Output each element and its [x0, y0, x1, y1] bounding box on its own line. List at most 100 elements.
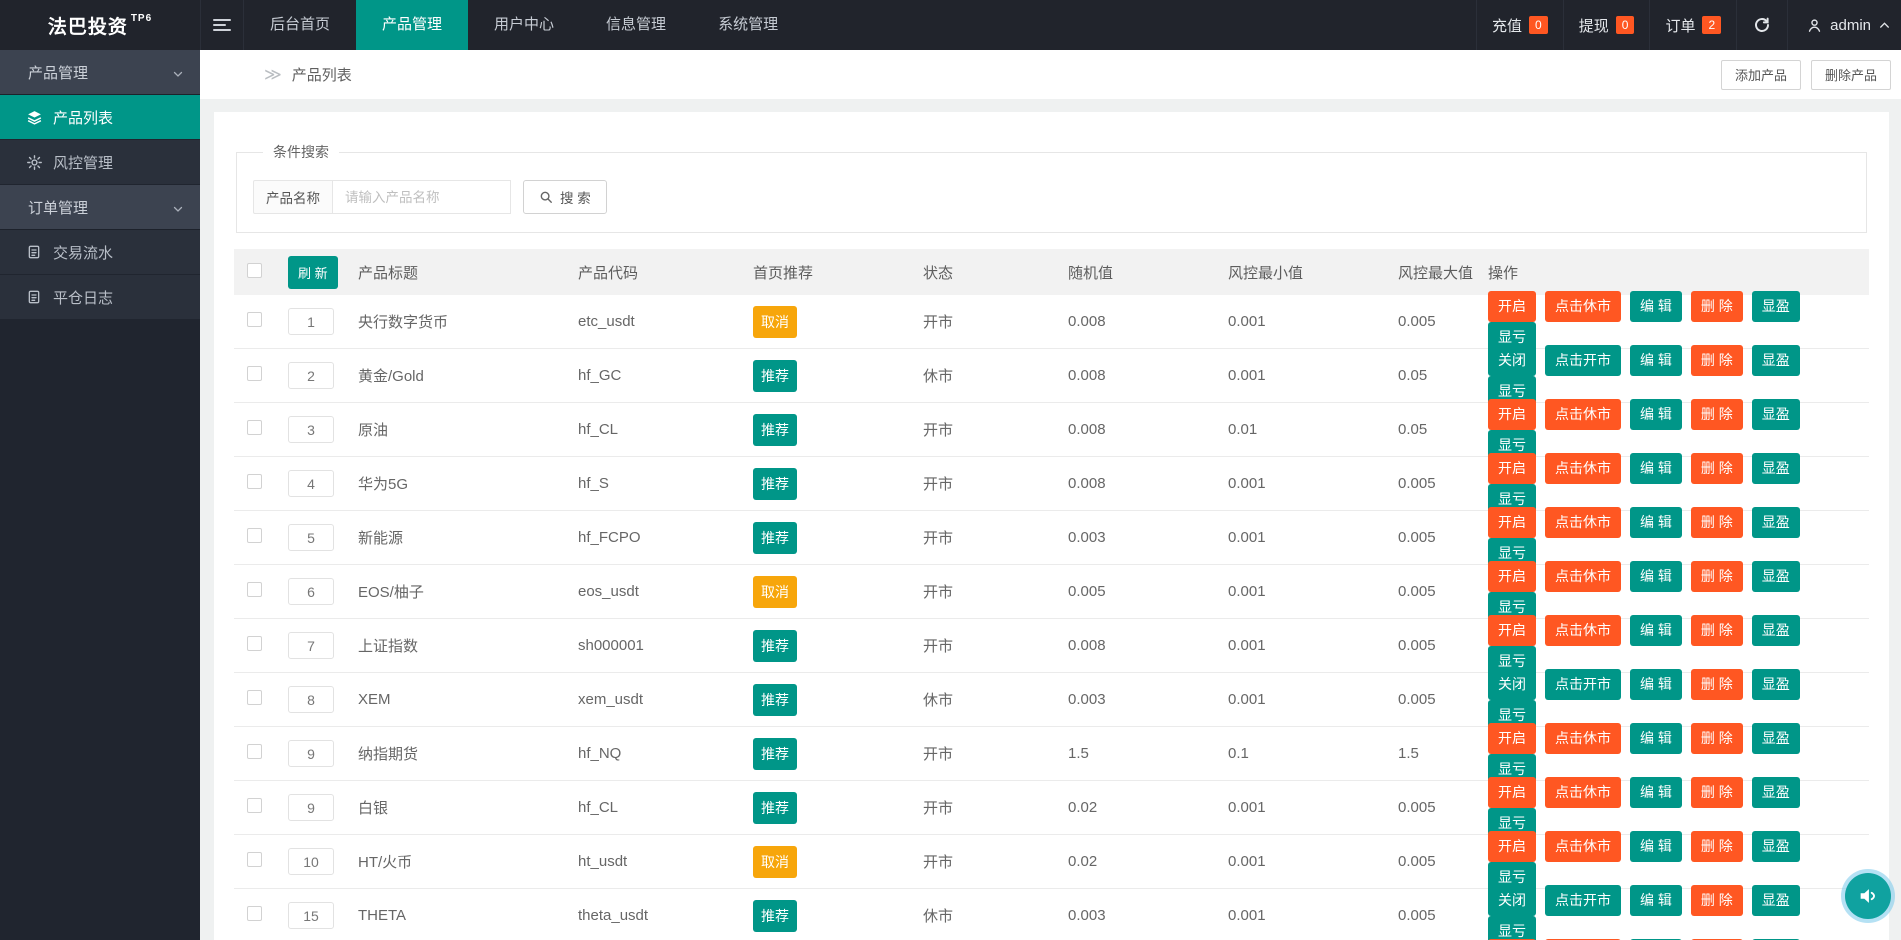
sidebar-item[interactable]: 风控管理 [0, 140, 200, 185]
sidebar-item[interactable]: 交易流水 [0, 230, 200, 275]
recommend-badge[interactable]: 取消 [753, 845, 797, 878]
toggle-market-button[interactable]: 点击开市 [1545, 668, 1621, 700]
sort-order-input[interactable] [288, 848, 334, 875]
row-checkbox[interactable] [247, 582, 262, 597]
delete-button[interactable]: 删 除 [1690, 830, 1743, 862]
row-checkbox[interactable] [247, 744, 262, 759]
toggle-status-button[interactable]: 开启 [1488, 290, 1536, 322]
delete-button[interactable]: 删 除 [1690, 884, 1743, 916]
toggle-status-button[interactable]: 开启 [1488, 830, 1536, 862]
edit-button[interactable]: 编 辑 [1630, 776, 1682, 808]
sort-order-input[interactable] [288, 632, 334, 659]
nav-counter[interactable]: 充值 0 [1476, 0, 1563, 50]
sidebar-group[interactable]: 产品管理 [0, 50, 200, 95]
toggle-status-button[interactable]: 开启 [1488, 398, 1536, 430]
edit-button[interactable]: 编 辑 [1630, 884, 1682, 916]
recommend-badge[interactable]: 推荐 [753, 467, 797, 500]
edit-button[interactable]: 编 辑 [1630, 614, 1682, 646]
show-profit-button[interactable]: 显盈 [1751, 884, 1800, 916]
delete-button[interactable]: 删 除 [1690, 668, 1743, 700]
toggle-market-button[interactable]: 点击休市 [1545, 398, 1621, 430]
show-profit-button[interactable]: 显盈 [1751, 398, 1800, 430]
show-profit-button[interactable]: 显盈 [1751, 830, 1800, 862]
sort-order-input[interactable] [288, 902, 334, 929]
delete-button[interactable]: 删 除 [1690, 506, 1743, 538]
recommend-badge[interactable]: 推荐 [753, 521, 797, 554]
nav-item-4[interactable]: 信息管理 [580, 0, 692, 50]
toggle-market-button[interactable]: 点击休市 [1545, 452, 1621, 484]
show-profit-button[interactable]: 显盈 [1751, 776, 1800, 808]
sort-order-input[interactable] [288, 578, 334, 605]
delete-button[interactable]: 删 除 [1690, 344, 1743, 376]
row-checkbox[interactable] [247, 420, 262, 435]
show-profit-button[interactable]: 显盈 [1751, 344, 1800, 376]
row-checkbox[interactable] [247, 312, 262, 327]
refresh-button[interactable]: 刷 新 [288, 255, 338, 289]
edit-button[interactable]: 编 辑 [1630, 398, 1682, 430]
refresh-icon[interactable] [1736, 0, 1787, 50]
toggle-market-button[interactable]: 点击休市 [1545, 776, 1621, 808]
toggle-status-button[interactable]: 开启 [1488, 722, 1536, 754]
delete-button[interactable]: 删 除 [1690, 722, 1743, 754]
toggle-status-button[interactable]: 关闭 [1488, 884, 1536, 916]
nav-counter[interactable]: 订单 2 [1649, 0, 1736, 50]
delete-button[interactable]: 删 除 [1690, 452, 1743, 484]
edit-button[interactable]: 编 辑 [1630, 668, 1682, 700]
nav-item-2[interactable]: 产品管理 [356, 0, 469, 50]
delete-product-button[interactable]: 删除产品 [1810, 59, 1891, 90]
toggle-market-button[interactable]: 点击休市 [1545, 722, 1621, 754]
row-checkbox[interactable] [247, 366, 262, 381]
sort-order-input[interactable] [288, 524, 334, 551]
edit-button[interactable]: 编 辑 [1630, 344, 1682, 376]
edit-button[interactable]: 编 辑 [1630, 722, 1682, 754]
row-checkbox[interactable] [247, 852, 262, 867]
select-all-checkbox[interactable] [247, 262, 262, 278]
edit-button[interactable]: 编 辑 [1630, 506, 1682, 538]
sort-order-input[interactable] [288, 308, 334, 335]
recommend-badge[interactable]: 取消 [753, 575, 797, 608]
edit-button[interactable]: 编 辑 [1630, 560, 1682, 592]
toggle-market-button[interactable]: 点击休市 [1545, 560, 1621, 592]
hamburger-icon[interactable] [200, 0, 244, 50]
toggle-market-button[interactable]: 点击休市 [1545, 830, 1621, 862]
row-checkbox[interactable] [247, 906, 262, 921]
product-name-input[interactable] [333, 180, 511, 214]
search-button[interactable]: 搜 索 [523, 180, 607, 214]
delete-button[interactable]: 删 除 [1690, 290, 1743, 322]
edit-button[interactable]: 编 辑 [1630, 290, 1682, 322]
toggle-market-button[interactable]: 点击休市 [1545, 290, 1621, 322]
sidebar-item[interactable]: 平仓日志 [0, 275, 200, 320]
delete-button[interactable]: 删 除 [1690, 560, 1743, 592]
recommend-badge[interactable]: 推荐 [753, 737, 797, 770]
recommend-badge[interactable]: 推荐 [753, 359, 797, 392]
toggle-market-button[interactable]: 点击休市 [1545, 506, 1621, 538]
show-profit-button[interactable]: 显盈 [1751, 452, 1800, 484]
show-profit-button[interactable]: 显盈 [1751, 290, 1800, 322]
toggle-status-button[interactable]: 关闭 [1488, 344, 1536, 376]
brand-logo[interactable]: 法巴投资 TP6 [0, 0, 200, 50]
toggle-market-button[interactable]: 点击开市 [1545, 344, 1621, 376]
toggle-status-button[interactable]: 开启 [1488, 560, 1536, 592]
row-checkbox[interactable] [247, 528, 262, 543]
delete-button[interactable]: 删 除 [1690, 398, 1743, 430]
toggle-market-button[interactable]: 点击开市 [1545, 884, 1621, 916]
recommend-badge[interactable]: 推荐 [753, 899, 797, 932]
row-checkbox[interactable] [247, 690, 262, 705]
sort-order-input[interactable] [288, 362, 334, 389]
sidebar-group[interactable]: 订单管理 [0, 185, 200, 230]
sort-order-input[interactable] [288, 686, 334, 713]
user-menu[interactable]: admin [1787, 0, 1901, 50]
recommend-badge[interactable]: 推荐 [753, 413, 797, 446]
show-profit-button[interactable]: 显盈 [1751, 668, 1800, 700]
recommend-badge[interactable]: 推荐 [753, 791, 797, 824]
toggle-status-button[interactable]: 开启 [1488, 506, 1536, 538]
nav-counter[interactable]: 提现 0 [1562, 0, 1650, 50]
toggle-status-button[interactable]: 开启 [1488, 776, 1536, 808]
edit-button[interactable]: 编 辑 [1630, 452, 1682, 484]
sort-order-input[interactable] [288, 794, 334, 821]
delete-button[interactable]: 删 除 [1690, 614, 1743, 646]
recommend-badge[interactable]: 取消 [753, 305, 797, 338]
show-profit-button[interactable]: 显盈 [1751, 560, 1800, 592]
nav-item-3[interactable]: 用户中心 [468, 0, 580, 50]
show-profit-button[interactable]: 显盈 [1751, 506, 1800, 538]
